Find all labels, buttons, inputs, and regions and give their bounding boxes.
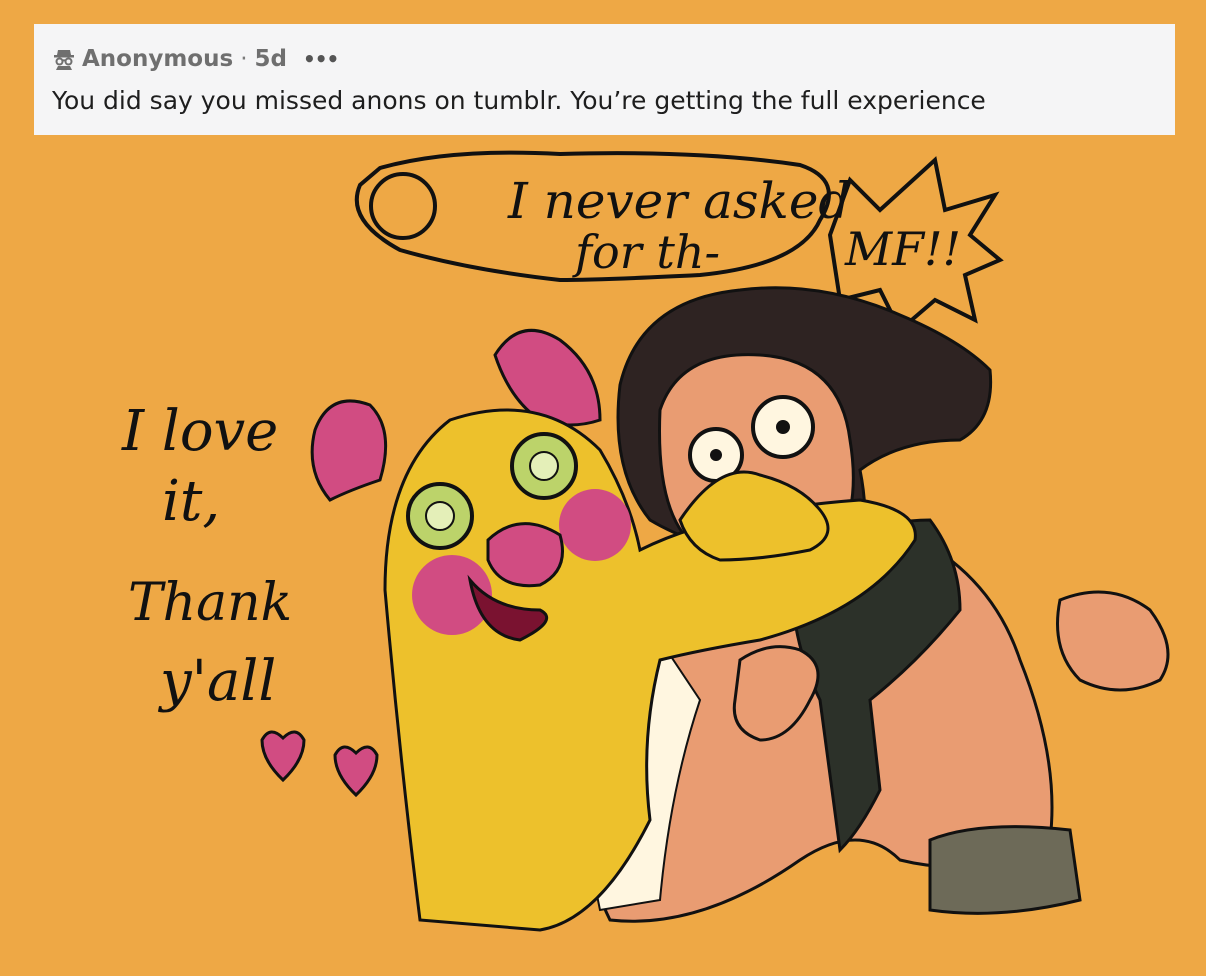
pig-ear-left: [310, 399, 388, 502]
ask-author[interactable]: Anonymous: [82, 46, 233, 72]
human-pupil-right: [776, 420, 790, 434]
side-text-line-4: y'all: [157, 649, 276, 714]
ask-separator: ·: [240, 46, 248, 72]
heart-icon: [333, 745, 379, 798]
ask-age[interactable]: 5d: [255, 46, 287, 72]
side-text-line-3: Thank: [128, 573, 292, 633]
pants: [928, 825, 1082, 915]
speech-line-2: for th-: [572, 225, 720, 279]
ask-header: Anonymous · 5d •••: [52, 44, 1175, 74]
human-pupil-left: [710, 449, 722, 461]
more-options-icon[interactable]: •••: [303, 47, 339, 71]
heart-icon: [260, 730, 306, 783]
ask-question-text: You did say you missed anons on tumblr. …: [52, 86, 986, 115]
side-text-line-2: it,: [162, 469, 220, 534]
pig-pupil-right: [529, 451, 559, 481]
ask-card: Anonymous · 5d ••• You did say you misse…: [34, 24, 1175, 135]
pig-pupil-left: [425, 501, 455, 531]
side-text-line-1: I love: [121, 399, 278, 464]
pig-snout: [486, 522, 564, 588]
illustration: I never asked for th- MF!! I love it, Th…: [121, 150, 1170, 932]
speech-line-1: I never asked: [507, 172, 850, 230]
speech-shout: MF!!: [844, 222, 961, 276]
human-hand-right: [1056, 590, 1170, 692]
anonymous-incognito-icon: [54, 50, 74, 70]
pig-cheek-right: [559, 489, 631, 561]
